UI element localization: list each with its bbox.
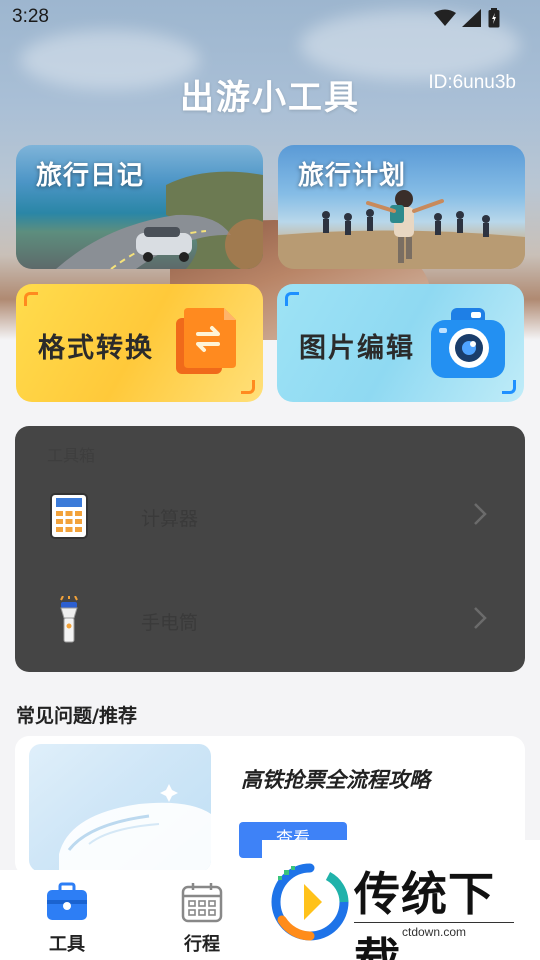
travel-plan-card[interactable]: 旅行计划	[278, 145, 525, 269]
battery-icon	[488, 8, 500, 28]
corner-decoration	[24, 292, 38, 306]
format-convert-label: 格式转换	[38, 333, 154, 364]
tab-label: 行程	[184, 934, 220, 955]
tab-label: 工具	[49, 934, 85, 955]
watermark: 传统下载 ctdown.com	[262, 840, 540, 960]
section-title: 常见问题/推荐	[16, 705, 137, 727]
format-convert-card[interactable]: 格式转换	[16, 284, 263, 402]
toolbox-panel: 工具箱 计算器 手电筒	[15, 426, 525, 672]
camera-icon	[431, 308, 505, 378]
recommend-title: 高铁抢票全流程攻略	[241, 768, 430, 792]
tool-row-calculator[interactable]: 计算器	[15, 472, 525, 562]
tool-row-flashlight[interactable]: 手电筒	[15, 576, 525, 666]
travel-plan-label: 旅行计划	[298, 161, 407, 191]
calculator-icon	[49, 492, 93, 542]
wifi-icon	[434, 9, 456, 26]
bullet-train-illustration	[29, 744, 211, 872]
watermark-url: ctdown.com	[354, 922, 514, 939]
image-edit-card[interactable]: 图片编辑	[277, 284, 524, 402]
flashlight-icon	[49, 595, 93, 646]
status-bar: 3:28	[0, 0, 540, 36]
signal-icon	[462, 9, 481, 27]
toolbox-title: 工具箱	[47, 446, 96, 465]
image-edit-label: 图片编辑	[299, 333, 415, 364]
corner-decoration	[285, 292, 299, 306]
tab-itinerary[interactable]: 行程	[152, 870, 252, 960]
status-time: 3:28	[12, 6, 49, 27]
file-convert-icon	[176, 308, 236, 374]
tool-name: 计算器	[141, 508, 199, 530]
user-id: ID:6unu3b	[428, 72, 516, 93]
travel-diary-label: 旅行日记	[36, 161, 145, 191]
chevron-right-icon	[474, 503, 487, 525]
corner-decoration	[241, 380, 255, 394]
travel-diary-card[interactable]: 旅行日记	[16, 145, 263, 269]
toolbox-icon	[47, 882, 87, 920]
corner-decoration	[502, 380, 516, 394]
tool-name: 手电筒	[141, 612, 199, 634]
watermark-brand: 传统下载	[354, 867, 495, 960]
tab-tools[interactable]: 工具	[17, 870, 117, 960]
ctdown-logo-icon	[271, 863, 349, 941]
chevron-right-icon	[474, 607, 487, 629]
calendar-icon	[181, 883, 223, 923]
